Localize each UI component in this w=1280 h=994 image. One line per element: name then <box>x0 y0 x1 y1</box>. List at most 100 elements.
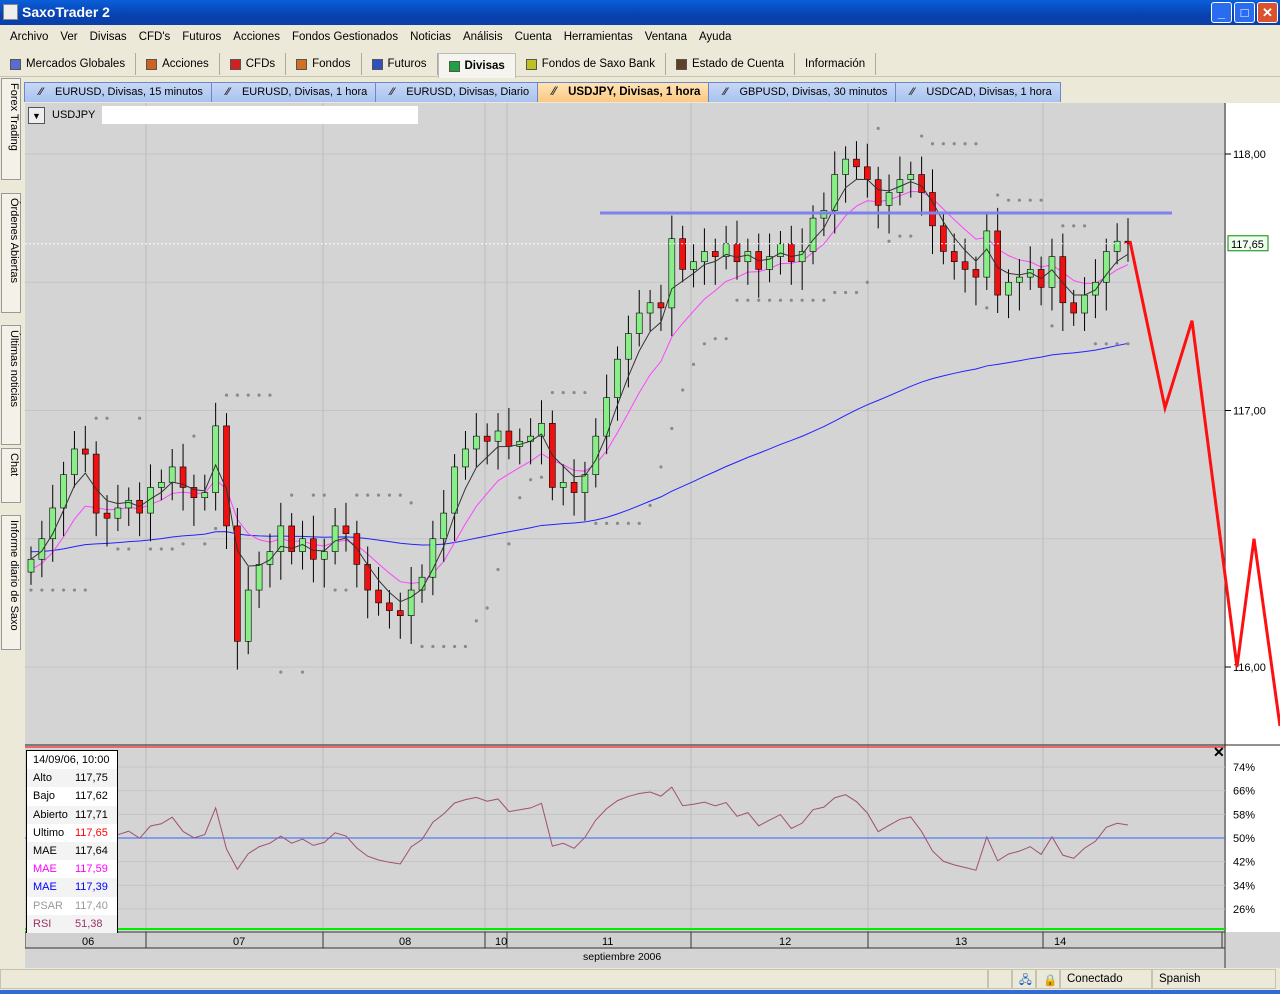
toolbar-divisas[interactable]: Divisas <box>437 53 516 78</box>
menu-cuenta[interactable]: Cuenta <box>509 25 558 50</box>
candle <box>223 425 230 527</box>
toolbar-label: Mercados Globales <box>26 58 126 70</box>
gear-icon <box>10 58 21 70</box>
menu-ventana[interactable]: Ventana <box>639 25 693 50</box>
status-empty <box>988 969 1012 989</box>
toolbar-mercados-globales[interactable]: Mercados Globales <box>0 53 137 75</box>
psar-dot <box>539 475 544 479</box>
menu-ayuda[interactable]: Ayuda <box>693 25 737 50</box>
psar-dot <box>594 521 598 525</box>
psar-dot <box>767 298 772 302</box>
toolbar-fondos-de-saxo-bank[interactable]: Fondos de Saxo Bank <box>516 53 666 75</box>
toolbar-label: CFDs <box>245 58 276 70</box>
menu-acciones[interactable]: Acciones <box>227 25 286 50</box>
title-bar: SaxoTrader 2 _ □ ✕ <box>0 0 1280 25</box>
chart-area[interactable]: 118,00 117,00 116,00 117,65 74% 66% 58% 50% 42% 3… <box>25 103 1280 968</box>
candle <box>668 238 676 309</box>
x-axis-title: septiembre 2006 <box>583 951 661 963</box>
status-main <box>0 969 988 989</box>
close-rsi-icon[interactable]: ✕ <box>1213 744 1225 760</box>
info-row-rsi: RSI 51,38 <box>27 914 117 933</box>
psar-dot <box>659 465 663 469</box>
psar-dot <box>1104 342 1108 346</box>
toolbar-cfds[interactable]: CFDs <box>220 53 287 75</box>
minimize-button[interactable]: _ <box>1211 2 1232 23</box>
candle <box>625 333 632 360</box>
menu-herramientas[interactable]: Herramientas <box>558 25 639 50</box>
psar-dot <box>420 644 424 649</box>
candle <box>386 602 393 611</box>
side-tab-0[interactable]: Forex Trading <box>1 78 21 180</box>
y-tick-label: 117,00 <box>1233 406 1266 418</box>
tab-gbpusd-divisas-30-minutos[interactable]: GBPUSD, Divisas, 30 minutos <box>708 82 897 102</box>
psar-dot <box>898 234 902 238</box>
window-title: SaxoTrader 2 <box>22 4 110 20</box>
candle <box>277 525 285 552</box>
side-tab-2[interactable]: Últimas noticias <box>1 325 21 445</box>
ma-long-line <box>30 342 1129 553</box>
side-tab-3[interactable]: Chat <box>1 448 21 503</box>
tab-eurusd-divisas-1-hora[interactable]: EURUSD, Divisas, 1 hora <box>210 82 377 102</box>
close-button[interactable]: ✕ <box>1257 2 1278 23</box>
info-key: MAE <box>33 845 57 858</box>
psar-dot <box>615 521 620 525</box>
tab-usdjpy-divisas-1-hora[interactable]: USDJPY, Divisas, 1 hora <box>537 82 710 102</box>
menu-divisas[interactable]: Divisas <box>84 25 133 50</box>
tab-eurusd-divisas-diario[interactable]: EURUSD, Divisas, Diario <box>375 82 539 102</box>
psar-dot <box>431 644 435 649</box>
side-tab-1[interactable]: Órdenes Abiertas <box>1 193 21 313</box>
psar-dot <box>257 393 261 397</box>
menu-futuros[interactable]: Futuros <box>176 25 227 50</box>
candle <box>885 192 893 206</box>
psar-dot <box>268 393 272 397</box>
x-tick-label: 06 <box>82 936 94 948</box>
psar-dot <box>496 567 500 572</box>
menu-noticias[interactable]: Noticias <box>404 25 457 50</box>
psar-dot <box>583 390 587 395</box>
acciones-icon <box>146 58 158 70</box>
menu-fondos-gestionados[interactable]: Fondos Gestionados <box>286 25 404 50</box>
menu-ver[interactable]: Ver <box>54 25 83 50</box>
psar-dot <box>985 306 989 310</box>
chart-canvas[interactable]: 118,00117,00116,00117,6574%66%58%50%42%3… <box>25 103 1280 968</box>
maximize-button[interactable]: □ <box>1234 2 1255 23</box>
y-tick-label: 118,00 <box>1233 149 1266 161</box>
info-value: 117,71 <box>75 808 108 821</box>
candle <box>168 466 176 483</box>
candle <box>559 482 567 488</box>
psar-dot <box>181 542 185 546</box>
toolbar-label: Divisas <box>464 60 505 72</box>
toolbar-fondos[interactable]: Fondos <box>286 53 362 75</box>
candle <box>614 358 621 398</box>
toolbar-informaci-n[interactable]: Información <box>795 53 877 75</box>
symbol-dropdown-icon[interactable]: ▼ <box>28 106 45 124</box>
psar-dot <box>398 493 402 497</box>
candle <box>864 166 871 180</box>
symbol-input[interactable] <box>102 106 419 124</box>
psar-dot <box>127 547 131 551</box>
tab-usdcad-divisas-1-hora[interactable]: USDCAD, Divisas, 1 hora <box>895 82 1061 102</box>
language-status: Spanish <box>1152 969 1276 989</box>
x-tick-label: 12 <box>779 936 791 948</box>
psar-dot <box>746 298 750 302</box>
psar-dot <box>930 142 935 146</box>
psar-dot <box>279 670 283 674</box>
toolbar-estado-de-cuenta[interactable]: Estado de Cuenta <box>666 53 796 75</box>
psar-dot <box>366 493 370 497</box>
psar-dot <box>344 588 348 592</box>
account-icon <box>675 58 687 70</box>
menu-archivo[interactable]: Archivo <box>4 25 54 50</box>
psar-dot <box>702 342 707 346</box>
side-tab-4[interactable]: Informe diario de Saxo <box>1 515 21 650</box>
candle <box>451 466 458 514</box>
menu-cfd-s[interactable]: CFD's <box>133 25 177 50</box>
psar-dot <box>626 521 630 525</box>
menu-an-lisis[interactable]: Análisis <box>457 25 509 50</box>
toolbar-acciones[interactable]: Acciones <box>136 53 220 75</box>
toolbar-futuros[interactable]: Futuros <box>362 53 438 75</box>
candle <box>950 251 958 263</box>
tab-eurusd-divisas-15-minutos[interactable]: EURUSD, Divisas, 15 minutos <box>24 82 212 102</box>
info-panel: 14/09/06, 10:00 Alto 117,75 Bajo 117,62 Abie… <box>26 750 118 933</box>
psar-dot <box>83 588 87 592</box>
candle <box>103 512 111 519</box>
